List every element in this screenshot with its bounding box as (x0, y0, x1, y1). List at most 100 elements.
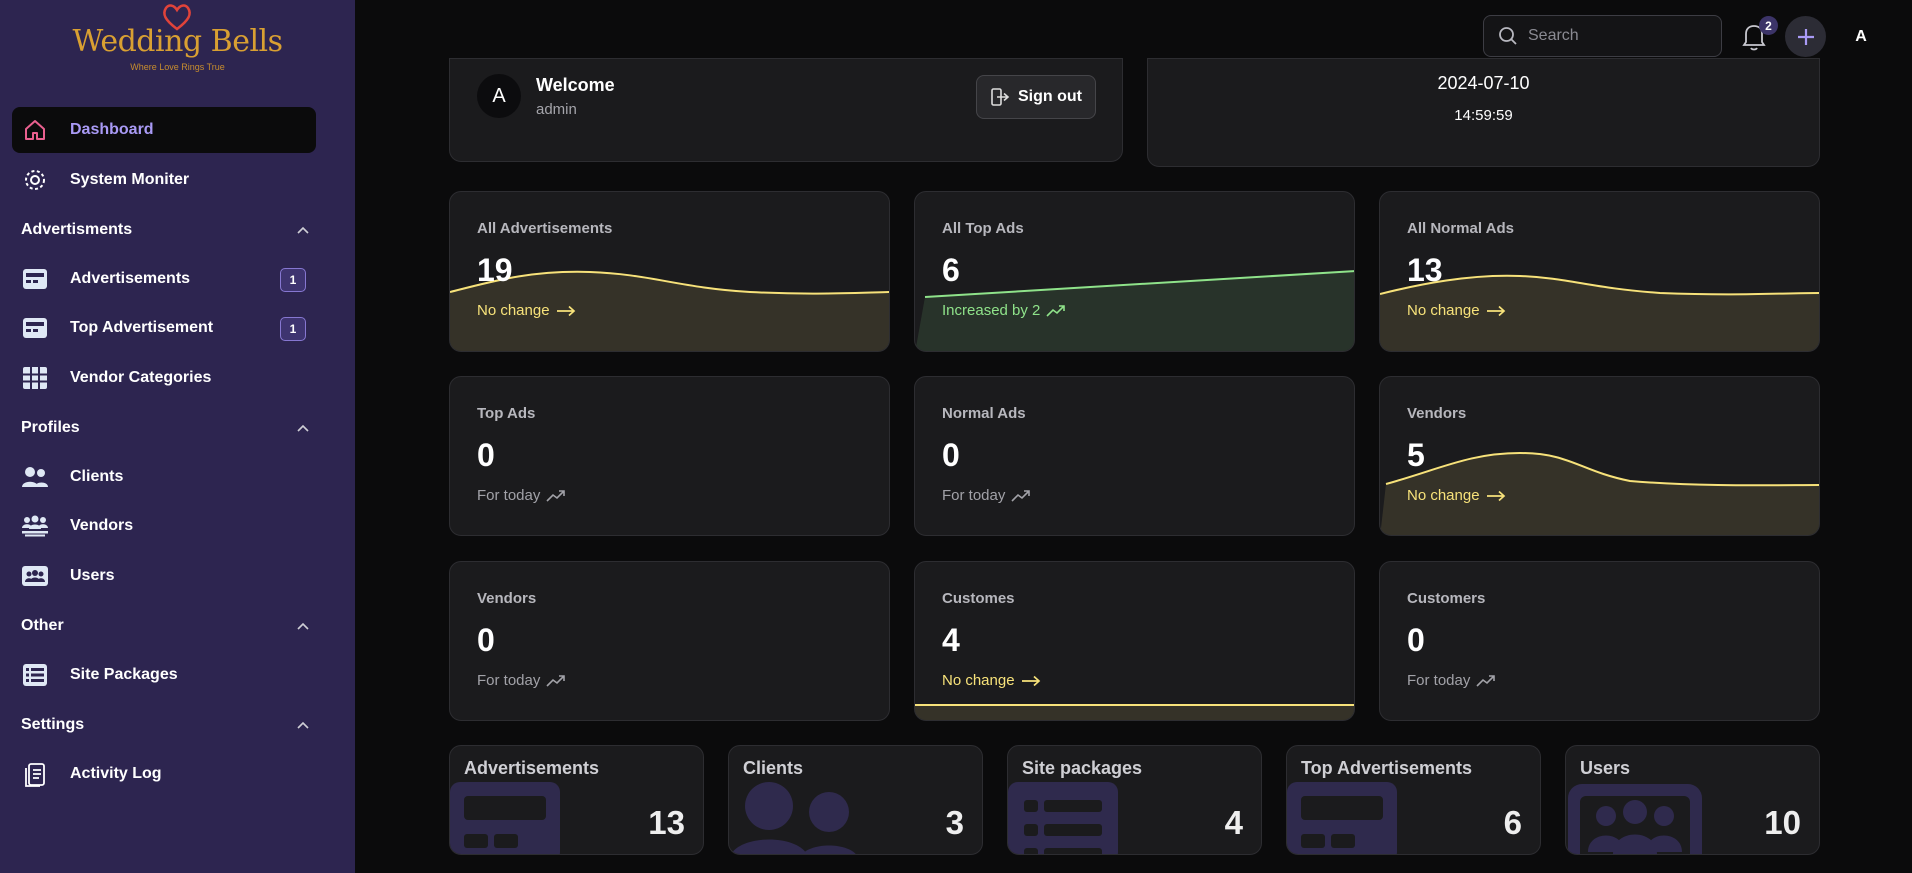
stat-value: 0 (477, 437, 495, 473)
sidebar-item-vendor-categories[interactable]: Vendor Categories (12, 355, 316, 401)
trending-up-icon (1011, 489, 1031, 502)
sidebar-item-clients[interactable]: Clients (12, 454, 316, 500)
summary-card[interactable]: Advertisements 13 (449, 745, 704, 855)
stat-trend-label: Increased by 2 (942, 302, 1041, 319)
brand-tagline: Where Love Rings True (130, 62, 225, 72)
summary-label: Advertisements (464, 758, 600, 778)
sidebar-item-system-monitor[interactable]: System Moniter (12, 157, 316, 203)
stat-value: 6 (942, 252, 960, 288)
stat-label: Customers (1407, 590, 1486, 607)
sidebar-item-label: Top Advertisement (70, 319, 214, 336)
stat-card: All Normal Ads 13 No change (1379, 191, 1820, 352)
trending-up-icon (546, 489, 566, 502)
stat-value: 19 (477, 252, 513, 288)
stat-trend-label: No change (1407, 487, 1480, 504)
clock-card: 2024-07-10 14:59:59 (1147, 58, 1820, 167)
section-settings[interactable]: Settings (21, 710, 311, 740)
stat-card: Vendors 5 No change (1379, 376, 1820, 536)
stat-trend: No change (942, 672, 1041, 689)
team-icon (21, 512, 49, 540)
ad-card-icon (21, 265, 49, 293)
section-profiles[interactable]: Profiles (21, 413, 311, 443)
stat-label: Vendors (477, 590, 537, 607)
home-icon (21, 116, 49, 144)
stat-card: All Top Ads 6 Increased by 2 (914, 191, 1355, 352)
stat-trend-label: No change (477, 302, 550, 319)
stat-value: 0 (942, 437, 960, 473)
sparkline (915, 704, 1354, 720)
brand-logo[interactable]: Wedding Bells Where Love Rings True (0, 0, 355, 80)
ad-card-icon (1287, 782, 1399, 854)
stat-trend: No change (1407, 302, 1506, 319)
sidebar-item-vendors[interactable]: Vendors (12, 503, 316, 549)
sidebar-item-users[interactable]: Users (12, 553, 316, 599)
sidebar-item-label: Activity Log (70, 765, 162, 782)
stat-label: All Normal Ads (1407, 220, 1514, 237)
stat-trend-label: No change (1407, 302, 1480, 319)
welcome-avatar: A (477, 74, 521, 118)
count-badge: 1 (280, 268, 306, 292)
sparkline (450, 270, 889, 351)
ad-card-icon (450, 782, 562, 854)
people-icon (729, 782, 869, 854)
welcome-username: admin (536, 101, 577, 118)
sidebar-item-advertisements[interactable]: Advertisements 1 (12, 256, 316, 302)
current-date: 2024-07-10 (1437, 73, 1530, 93)
sign-out-icon (991, 88, 1010, 106)
section-label: Profiles (21, 419, 80, 436)
gear-icon (21, 166, 49, 194)
arrow-right-icon (1021, 675, 1040, 686)
plus-icon (1797, 28, 1814, 45)
welcome-title: Welcome (536, 75, 615, 95)
stat-trend-label: For today (477, 672, 541, 689)
current-time: 14:59:59 (1454, 107, 1513, 124)
sidebar-item-label: Vendors (70, 517, 134, 534)
list-icon (21, 661, 49, 689)
arrow-right-icon (1486, 490, 1505, 501)
sidebar-item-label: Users (70, 567, 115, 584)
stat-value: 5 (1407, 437, 1425, 473)
sidebar-item-activity-log[interactable]: Activity Log (12, 751, 316, 797)
sidebar-item-top-advertisement[interactable]: Top Advertisement 1 (12, 305, 316, 351)
avatar[interactable]: A (1846, 24, 1876, 50)
search-input[interactable] (1528, 27, 1708, 45)
search-box[interactable] (1483, 15, 1722, 57)
section-advertisments[interactable]: Advertisments (21, 215, 311, 245)
summary-card[interactable]: Top Advertisements 6 (1286, 745, 1541, 855)
grid-icon (21, 364, 49, 392)
stat-trend: No change (1407, 487, 1506, 504)
section-label: Advertisments (21, 221, 133, 238)
summary-card[interactable]: Site packages 4 (1007, 745, 1262, 855)
section-label: Other (21, 617, 64, 634)
stat-label: Customes (942, 590, 1015, 607)
add-button[interactable] (1785, 16, 1826, 57)
stat-card: Top Ads 0 For today (449, 376, 890, 536)
count-badge: 1 (280, 317, 306, 341)
stat-trend: Increased by 2 (942, 302, 1066, 319)
arrow-right-icon (1486, 305, 1505, 316)
summary-card[interactable]: Users 10 (1565, 745, 1820, 855)
section-other[interactable]: Other (21, 611, 311, 641)
summary-value: 6 (1503, 804, 1522, 841)
sidebar-item-dashboard[interactable]: Dashboard (12, 107, 316, 153)
stat-value: 4 (942, 622, 960, 658)
stat-card: Normal Ads 0 For today (914, 376, 1355, 536)
summary-card[interactable]: Clients 3 (728, 745, 983, 855)
stat-value: 0 (1407, 622, 1425, 658)
sign-out-label: Sign out (1018, 88, 1082, 105)
welcome-card: A Welcome admin Sign out (449, 58, 1123, 162)
stat-trend-label: For today (942, 487, 1006, 504)
stat-trend-label: For today (477, 487, 541, 504)
sidebar: Wedding Bells Where Love Rings True Dash… (0, 0, 355, 873)
sidebar-item-site-packages[interactable]: Site Packages (12, 652, 316, 698)
stat-trend: For today (477, 487, 566, 504)
sparkline (1380, 451, 1819, 535)
stat-trend-label: No change (942, 672, 1015, 689)
sign-out-button[interactable]: Sign out (976, 75, 1096, 119)
chevron-up-icon (295, 222, 311, 238)
sidebar-item-label: Dashboard (70, 121, 154, 138)
sidebar-item-label: Vendor Categories (70, 369, 212, 386)
sidebar-item-label: Advertisements (70, 270, 191, 287)
arrow-right-icon (556, 305, 575, 316)
users-group-icon (21, 562, 49, 590)
